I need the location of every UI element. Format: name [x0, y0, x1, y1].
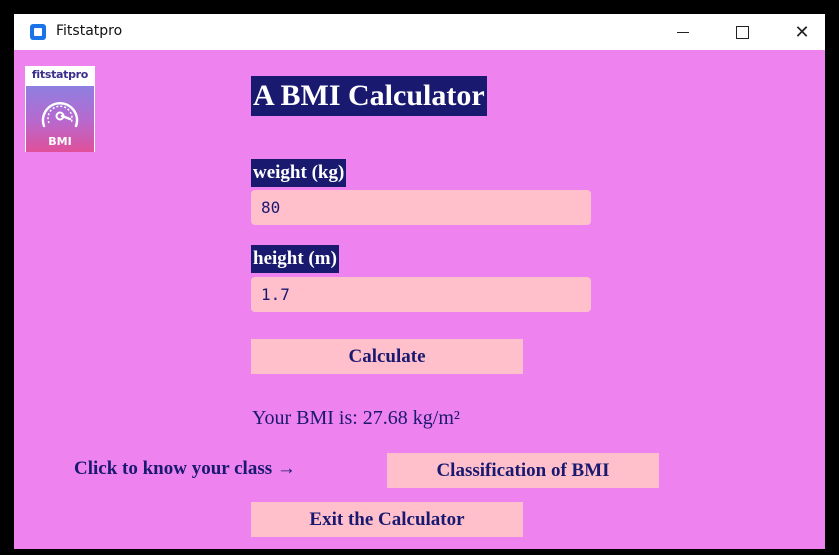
page-title: A BMI Calculator	[251, 76, 487, 116]
bmi-result: Your BMI is: 27.68 kg/m²	[252, 407, 460, 429]
exit-button[interactable]: Exit the Calculator	[251, 502, 523, 537]
app-icon	[30, 24, 46, 40]
minimize-button[interactable]	[660, 14, 706, 50]
close-button[interactable]: ✕	[779, 14, 825, 50]
height-label: height (m)	[251, 245, 339, 273]
calculate-button[interactable]: Calculate	[251, 339, 523, 374]
minimize-icon	[677, 31, 689, 33]
close-icon: ✕	[794, 21, 810, 43]
maximize-icon	[735, 25, 749, 39]
speedometer-icon	[41, 102, 79, 128]
logo-brand-text: fitstatpro	[31, 68, 89, 81]
title-bar[interactable]: Fitstatpro ✕	[14, 14, 825, 50]
classification-button[interactable]: Classification of BMI	[387, 453, 659, 488]
window-title: Fitstatpro	[56, 23, 123, 39]
app-logo: fitstatpro BMI	[25, 66, 95, 152]
weight-label: weight (kg)	[251, 159, 347, 187]
height-input[interactable]	[251, 277, 591, 312]
maximize-button[interactable]	[719, 14, 765, 50]
weight-input[interactable]	[251, 190, 591, 225]
logo-badge: BMI	[26, 86, 94, 152]
app-window: Fitstatpro ✕ fitstatpro BMI A BMI Calcul…	[14, 14, 825, 549]
classification-prompt: Click to know your class →	[74, 458, 296, 479]
logo-badge-text: BMI	[48, 135, 72, 148]
